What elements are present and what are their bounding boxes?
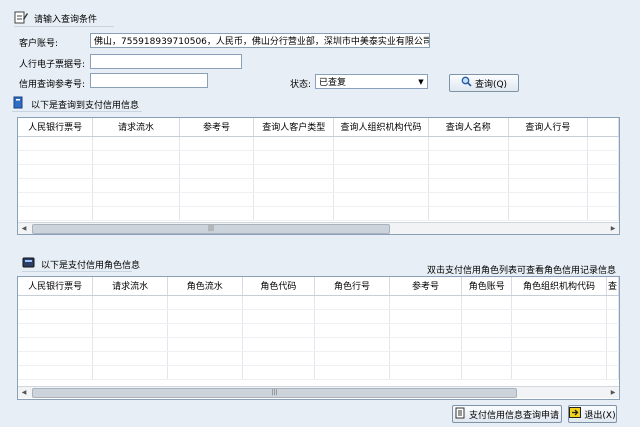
credit-query-apply-label: 支付信用信息查询申请 [468, 410, 559, 421]
credit-ref-label: 信用查询参考号: [19, 80, 86, 90]
edit-form-icon [14, 10, 28, 27]
col-header[interactable]: 角色流水 [167, 277, 243, 296]
col-header[interactable]: 查询人组织机构代码 [333, 118, 429, 137]
lower-section-title: 以下是支付信用角色信息 [22, 256, 140, 272]
customer-account-value: 佛山，755918939710506，人民币，佛山分行营业部，深圳市中美泰实业有… [94, 37, 430, 47]
table-row[interactable] [18, 192, 619, 207]
col-header[interactable]: 查询人客户类型 [253, 118, 335, 137]
table-row[interactable] [18, 323, 619, 338]
customer-account-select[interactable]: 佛山，755918939710506，人民币，佛山分行营业部，深圳市中美泰实业有… [90, 33, 430, 48]
exit-button[interactable]: 退出(X) [568, 405, 617, 423]
col-header[interactable]: 参考号 [389, 277, 463, 296]
credit-info-table[interactable]: 人民银行票号 请求流水 参考号 查询人客户类型 查询人组织机构代码 查询人名称 … [17, 117, 620, 235]
query-header: 请输入查询条件 [14, 10, 97, 27]
scroll-thumb[interactable]: ||| [32, 387, 517, 398]
book-icon [12, 96, 25, 112]
lower-hint-text: 双击支付信用角色列表可查看角色信用记录信息 [427, 266, 617, 276]
query-header-label: 请输入查询条件 [34, 15, 98, 25]
credit-info-header-row: 人民银行票号 请求流水 参考号 查询人客户类型 查询人组织机构代码 查询人名称 … [18, 118, 619, 137]
chevron-down-icon: ▼ [418, 77, 424, 86]
scroll-left-icon[interactable]: ◀ [18, 387, 30, 399]
table-row[interactable] [18, 178, 619, 193]
upper-section-title: 以下是查询到支付信用信息 [12, 96, 139, 112]
scroll-track[interactable]: ||| [30, 223, 607, 234]
pboc-ticket-input[interactable] [90, 54, 242, 69]
pboc-ticket-label: 人行电子票据号: [19, 60, 86, 70]
query-button[interactable]: 查询(Q) [449, 74, 519, 92]
magnifier-icon [461, 76, 472, 90]
col-header[interactable]: 查 [606, 277, 619, 296]
col-header[interactable]: 请求流水 [92, 277, 168, 296]
scroll-right-icon[interactable]: ▶ [607, 387, 619, 399]
scroll-thumb[interactable]: ||| [32, 223, 390, 234]
status-value: 已查复 [319, 78, 347, 88]
col-header[interactable]: 角色账号 [461, 277, 513, 296]
table-row[interactable] [18, 295, 619, 310]
status-select[interactable]: 已查复 ▼ [315, 74, 428, 89]
table-row[interactable] [18, 164, 619, 179]
col-header[interactable]: 查询人名称 [428, 118, 509, 137]
scroll-left-icon[interactable]: ◀ [18, 223, 30, 235]
col-header[interactable]: 查询人行号 [508, 118, 589, 137]
col-header[interactable]: 请求流水 [92, 118, 180, 137]
lower-section-title-label: 以下是支付信用角色信息 [41, 260, 141, 271]
document-icon [455, 407, 466, 422]
lower-title-divider [22, 271, 132, 272]
credit-role-table[interactable]: 人民银行票号 请求流水 角色流水 角色代码 角色行号 参考号 角色账号 角色组织… [17, 276, 620, 400]
table-row[interactable] [18, 351, 619, 366]
scroll-track[interactable]: ||| [30, 387, 607, 398]
credit-role-header-row: 人民银行票号 请求流水 角色流水 角色代码 角色行号 参考号 角色账号 角色组织… [18, 277, 619, 296]
table-row[interactable] [18, 206, 619, 221]
col-header-filler [587, 118, 619, 137]
query-header-divider [14, 26, 114, 27]
customer-account-label: 客户账号: [19, 39, 59, 49]
credit-ref-input[interactable] [90, 73, 208, 88]
table-row[interactable] [18, 309, 619, 324]
col-header[interactable]: 参考号 [179, 118, 255, 137]
table-row[interactable] [18, 136, 619, 151]
upper-horizontal-scrollbar[interactable]: ◀ ||| ▶ [18, 222, 619, 234]
col-header[interactable]: 人民银行票号 [18, 118, 94, 137]
col-header[interactable]: 角色代码 [242, 277, 316, 296]
table-row[interactable] [18, 365, 619, 380]
scroll-right-icon[interactable]: ▶ [607, 223, 619, 235]
table-row[interactable] [18, 337, 619, 352]
exit-icon [569, 407, 582, 421]
upper-section-title-label: 以下是查询到支付信用信息 [31, 100, 140, 111]
table-row[interactable] [18, 150, 619, 165]
col-header[interactable]: 角色组织机构代码 [511, 277, 607, 296]
exit-button-label: 退出(X) [584, 410, 616, 421]
lower-horizontal-scrollbar[interactable]: ◀ ||| ▶ [18, 386, 619, 398]
col-header[interactable]: 角色行号 [314, 277, 390, 296]
credit-query-apply-button[interactable]: 支付信用信息查询申请 [452, 405, 562, 423]
upper-title-divider [12, 111, 142, 112]
status-label: 状态: [290, 80, 312, 90]
col-header[interactable]: 人民银行票号 [18, 277, 94, 296]
query-button-label: 查询(Q) [474, 79, 508, 90]
card-icon [22, 256, 35, 272]
